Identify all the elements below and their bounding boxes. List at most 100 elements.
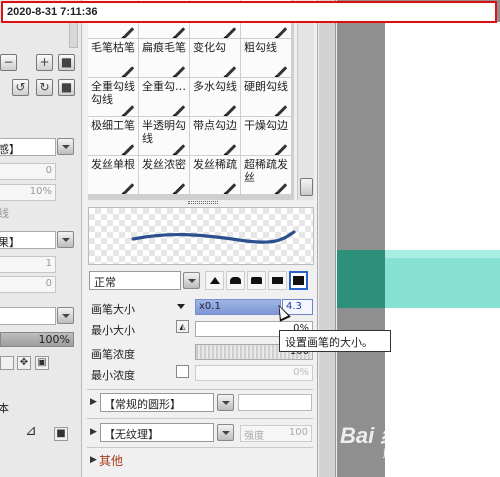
rotate-right-icon: ↻ <box>39 80 50 94</box>
chevron-down-icon[interactable] <box>57 138 74 155</box>
divider <box>87 418 313 419</box>
brush-preset-label: 半透明勾线 <box>142 119 186 145</box>
texture-field[interactable]: 感】 <box>0 138 56 156</box>
brush-preset[interactable]: 超稀疏发丝 <box>241 156 291 194</box>
min-density-label: 最小浓度 <box>91 369 135 382</box>
pen-icon <box>276 105 288 116</box>
brush-grid: 细质勾线水墨铅笔勾线2带点勾边毛笔枯笔扁痕毛笔变化勾粗勾线全重勾线勾线全重勾…多… <box>88 0 294 200</box>
brush-preset[interactable]: 全重勾… <box>139 78 189 116</box>
value-field[interactable]: 1 <box>0 256 56 273</box>
shape-combo[interactable]: 【常规的圆形】 <box>100 393 214 412</box>
panel-grip[interactable] <box>188 201 218 204</box>
layer-icon[interactable] <box>0 356 14 370</box>
dome-icon <box>230 277 241 284</box>
stop-button[interactable]: ■ <box>58 54 75 71</box>
pen-icon <box>225 144 237 155</box>
brush-preset-label: 干燥勾边 <box>244 119 288 132</box>
brush-size-label: 画笔大小 <box>91 303 135 316</box>
shape-dome[interactable] <box>226 271 245 290</box>
chevron-down-icon[interactable] <box>57 307 74 324</box>
blank-field[interactable] <box>0 307 56 325</box>
min-density-slider[interactable]: 0% <box>195 365 313 381</box>
shape-flat[interactable] <box>268 271 287 290</box>
square-icon[interactable]: ■ <box>54 427 68 441</box>
chevron-down-icon[interactable] <box>57 231 74 248</box>
shape-square[interactable] <box>289 271 308 290</box>
brush-preset[interactable]: 全重勾线勾线 <box>88 78 138 116</box>
brush-preset[interactable]: 发丝稀疏 <box>190 156 240 194</box>
pen-icon <box>276 144 288 155</box>
brush-preset[interactable]: 毛笔枯笔 <box>88 39 138 77</box>
brush-preset-label: 发丝浓密 <box>142 158 186 171</box>
shape-triangle[interactable] <box>205 271 224 290</box>
pen-icon <box>174 105 186 116</box>
pen-icon <box>225 105 237 116</box>
minus-button[interactable]: − <box>0 54 17 71</box>
chevron-down-icon[interactable] <box>217 424 234 441</box>
brush-preset[interactable]: 发丝单根 <box>88 156 138 194</box>
brush-shape-picker <box>205 271 309 290</box>
effect-field[interactable]: 果】 <box>0 231 56 249</box>
canvas-area[interactable] <box>337 0 500 477</box>
ruler-icon[interactable]: ⊿ <box>24 424 38 439</box>
brush-preset[interactable]: 发丝浓密 <box>139 156 189 194</box>
chevron-down-icon[interactable] <box>183 272 200 289</box>
other-section[interactable]: 其他 <box>99 452 123 469</box>
triangle-icon <box>210 277 220 284</box>
scroll-thumb[interactable] <box>300 178 313 196</box>
brush-preset[interactable]: 半透明勾线 <box>139 117 189 155</box>
opacity-bar[interactable]: 100% <box>0 332 74 347</box>
left-scrollbar[interactable] <box>69 22 78 48</box>
brush-preset-label: 全重勾… <box>142 80 186 93</box>
brush-preset[interactable]: 极细工笔 <box>88 117 138 155</box>
brush-preset-label: 硬朗勾线 <box>244 80 288 93</box>
brush-preset[interactable]: 多水勾线 <box>190 78 240 116</box>
expand-arrow-icon[interactable]: ▶ <box>90 427 97 437</box>
density-label: 画笔浓度 <box>91 348 135 361</box>
plus-icon: + <box>39 55 50 69</box>
square-icon: ■ <box>60 80 73 94</box>
rotate-right-button[interactable]: ↻ <box>36 79 53 96</box>
pen-icon <box>174 66 186 77</box>
reset-button[interactable]: ■ <box>58 79 75 96</box>
chevron-down-icon[interactable] <box>217 394 234 411</box>
pressure-icon[interactable]: ◭ <box>176 320 189 333</box>
brush-preset[interactable]: 变化勾 <box>190 39 240 77</box>
expand-arrow-icon[interactable]: ▶ <box>90 397 97 407</box>
lock-icon[interactable]: ▣ <box>35 356 49 370</box>
brush-preset[interactable]: 干燥勾边 <box>241 117 291 155</box>
pen-icon <box>123 105 135 116</box>
value-field[interactable]: 0 <box>0 276 56 293</box>
shape-round-square[interactable] <box>247 271 266 290</box>
expand-arrow-icon[interactable]: ▶ <box>90 455 97 465</box>
panel-scrollbar[interactable] <box>319 0 336 477</box>
move-icon[interactable]: ✥ <box>17 356 31 370</box>
line-label: 线 <box>0 205 9 221</box>
shape-option-box[interactable] <box>238 394 312 411</box>
brush-preset[interactable]: 扁痕毛笔 <box>139 39 189 77</box>
brush-scrollbar[interactable] <box>297 0 314 200</box>
texture-combo[interactable]: 【无纹理】 <box>100 423 214 442</box>
plus-button[interactable]: + <box>36 54 53 71</box>
brush-size-slider[interactable]: x0.1 <box>195 299 281 315</box>
tooltip: 设置画笔的大小。 <box>279 330 391 352</box>
percent-field[interactable]: 10% <box>0 184 56 201</box>
brush-preset[interactable]: 粗勾线 <box>241 39 291 77</box>
brush-preset[interactable]: 硬朗勾线 <box>241 78 291 116</box>
pen-icon <box>276 183 288 194</box>
rotate-left-button[interactable]: ↺ <box>12 79 29 96</box>
pen-icon <box>225 66 237 77</box>
square-icon: ■ <box>60 55 73 69</box>
brush-preset[interactable]: 带点勾边 <box>190 117 240 155</box>
rotate-left-icon: ↺ <box>15 80 26 94</box>
chevron-down-icon[interactable] <box>177 304 185 309</box>
strength-label: 强度 <box>244 431 264 442</box>
blend-mode-select[interactable]: 正常 <box>89 271 181 290</box>
strength-slider[interactable]: 强度 100 <box>240 425 312 442</box>
min-density-checkbox[interactable] <box>176 365 189 378</box>
value-field[interactable]: 0 <box>0 163 56 180</box>
pen-icon <box>123 27 135 38</box>
watermark-logo: Bai 经验 <box>340 423 425 448</box>
teal-stroke-edge <box>385 250 500 258</box>
strength-value: 100 <box>288 427 308 438</box>
